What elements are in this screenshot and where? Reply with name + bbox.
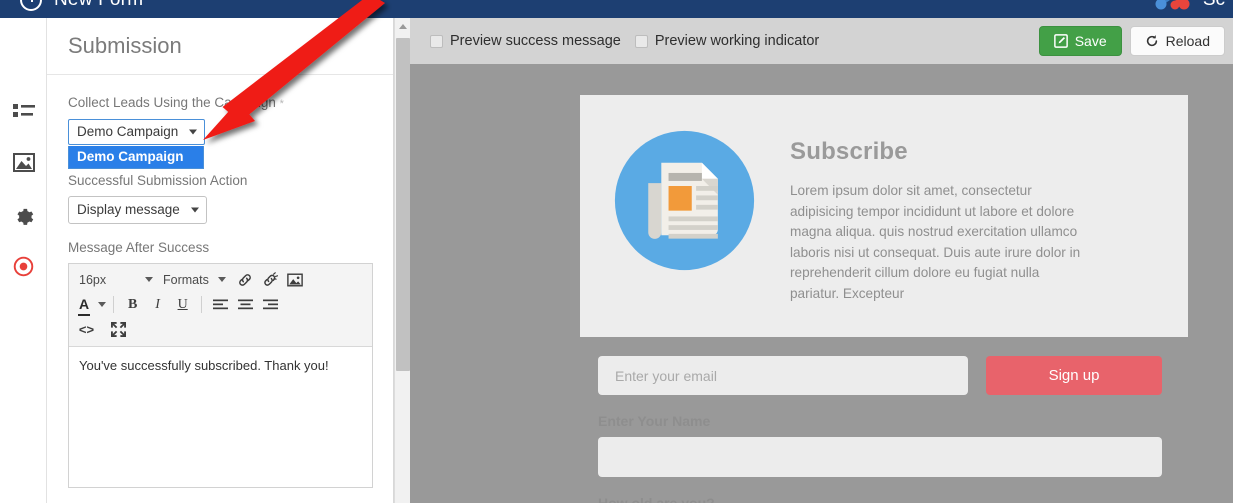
sidebar-item-design[interactable] [0,140,47,184]
refresh-icon [1146,35,1157,47]
italic-icon[interactable]: I [146,293,169,316]
newspaper-icon [614,130,755,271]
gear-icon [17,208,34,225]
preview-success-checkbox[interactable]: Preview success message [430,33,621,49]
sidebar-item-fields[interactable] [0,90,47,134]
subscribe-body-text: Lorem ipsum dolor sit amet, consectetur … [790,183,1081,301]
font-size-value: 16px [79,272,107,287]
campaign-dropdown[interactable]: Demo Campaign Demo Campaign [68,119,206,169]
name-field[interactable] [598,437,1162,477]
user-label[interactable]: Ѕс [1203,0,1225,11]
signup-button[interactable]: Sign up [986,356,1162,395]
campaign-dropdown-value: Demo Campaign [77,124,179,139]
reload-button[interactable]: Reload [1129,26,1225,56]
align-center-icon[interactable] [234,293,257,316]
app-root: New Form Ѕс [0,0,1233,503]
subscribe-hero-section: Subscribe Lorem ipsum dolor sit amet, co… [580,95,1188,337]
form-preview-canvas: Subscribe Lorem ipsum dolor sit amet, co… [410,64,1233,503]
image-icon [12,152,35,172]
campaign-label-text: Collect Leads Using the Campaign [68,95,276,110]
preview-working-checkbox[interactable]: Preview working indicator [634,33,820,49]
required-marker: * [279,98,284,110]
campaign-label: Collect Leads Using the Campaign * [68,95,372,112]
submission-settings-panel: Submission Collect Leads Using the Campa… [47,18,394,503]
sidebar-item-settings[interactable] [0,192,47,236]
fullscreen-icon[interactable] [107,318,130,341]
subscribe-title: Subscribe [790,138,908,165]
molecule-icon[interactable] [1151,0,1193,13]
name-field-label: Enter Your Name [598,413,711,429]
font-size-select[interactable]: 16px [75,273,153,287]
subscribe-form-card: Subscribe Lorem ipsum dolor sit amet, co… [580,95,1188,503]
save-button-label: Save [1074,33,1107,49]
underline-icon[interactable]: U [171,293,194,316]
text-color-icon: A [79,295,90,312]
rich-text-editor: 16px Formats A B I U <> You've successfu… [68,263,373,488]
formats-select[interactable]: Formats [159,273,226,287]
pencil-square-icon [1053,34,1068,48]
chevron-down-icon [98,302,107,307]
image-icon[interactable] [284,268,307,291]
scrollbar-thumb[interactable] [396,38,410,371]
target-icon [13,256,34,276]
checkbox-icon [430,34,443,48]
sidebar-item-submission[interactable] [0,244,47,288]
panel-scrollbar[interactable] [394,18,411,503]
list-icon [12,104,35,117]
age-field-label: How old are you? [598,495,715,503]
preview-working-label: Preview working indicator [654,33,820,49]
chevron-down-icon [189,129,198,135]
align-right-icon[interactable] [259,293,282,316]
clock-circle-icon [20,0,42,11]
unlink-icon[interactable] [259,268,282,291]
save-button[interactable]: Save [1038,26,1122,56]
panel-title: Submission [68,33,182,58]
message-editor-content[interactable]: You've successfully subscribed. Thank yo… [69,347,372,487]
success-action-value: Display message [77,202,180,217]
panel-header: Submission [47,18,393,75]
action-label: Successful Submission Action [68,173,248,188]
source-code-icon[interactable]: <> [75,318,98,341]
page-title: New Form [54,0,143,11]
align-left-icon[interactable] [209,293,232,316]
reload-button-label: Reload [1165,33,1210,49]
toolbar-divider [201,296,203,313]
checkbox-icon [634,34,648,48]
text-color-button[interactable]: A [75,295,107,316]
scroll-up-arrow-icon[interactable] [395,18,411,34]
success-action-dropdown[interactable]: Display message [68,196,207,224]
left-icon-rail [0,18,47,503]
formats-label: Formats [163,272,209,287]
preview-success-label: Preview success message [450,33,621,49]
preview-toolbar: Preview success message Preview working … [410,18,1233,64]
chevron-down-icon [190,207,199,213]
email-field[interactable]: Enter your email [598,356,968,395]
top-navigation-bar: New Form Ѕс [0,0,1233,18]
campaign-dropdown-list: Demo Campaign [68,146,204,169]
message-label: Message After Success [68,240,210,255]
link-icon[interactable] [234,268,257,291]
subscribe-form-fields: Enter your email Sign up Enter Your Name… [580,337,1188,503]
chevron-down-icon [217,277,226,282]
chevron-down-icon [145,277,153,282]
campaign-option-demo[interactable]: Demo Campaign [69,146,203,168]
bold-icon[interactable]: B [121,293,144,316]
editor-toolbar: 16px Formats A B I U <> [69,264,372,347]
toolbar-divider [113,296,115,313]
